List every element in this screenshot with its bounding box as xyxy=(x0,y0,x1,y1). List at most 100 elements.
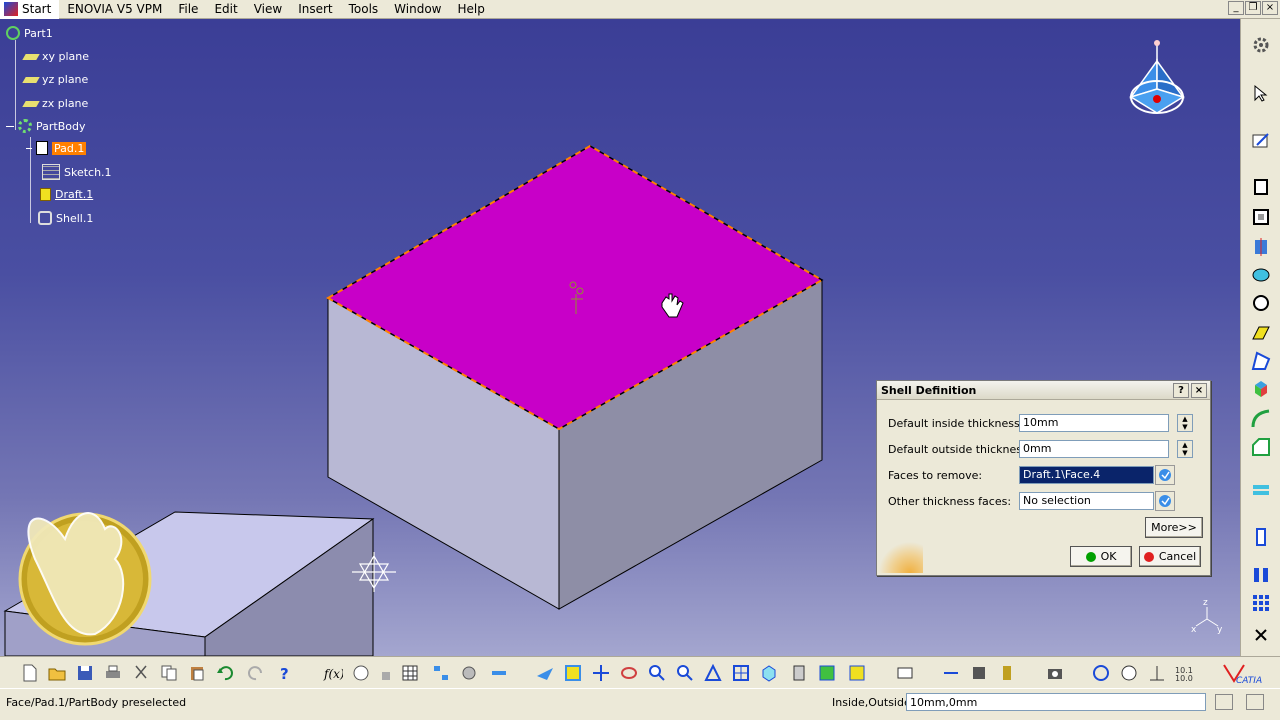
start-menu[interactable]: Start xyxy=(0,0,60,19)
rotate-icon[interactable] xyxy=(617,661,641,685)
menu-view[interactable]: View xyxy=(246,0,290,19)
tree-node-pad1[interactable]: Pad.1 xyxy=(26,141,87,155)
restore-button[interactable]: ❐ xyxy=(1245,1,1261,15)
grid-toolbar-icon[interactable]: 10.1 10.0 xyxy=(1173,661,1197,685)
menu-enovia[interactable]: ENOVIA V5 VPM xyxy=(59,0,170,19)
minimize-button[interactable]: _ xyxy=(1228,1,1244,15)
knowledge-icon[interactable] xyxy=(349,661,373,685)
part-icon xyxy=(6,26,20,40)
thickness-tool-icon[interactable] xyxy=(1249,479,1273,503)
close-window-button[interactable]: × xyxy=(1262,1,1278,15)
close-toolbar-icon[interactable] xyxy=(1249,623,1273,647)
slot-tool-icon[interactable] xyxy=(1249,321,1273,345)
boolean-tool-icon[interactable] xyxy=(1249,525,1273,549)
stiffener-tool-icon[interactable] xyxy=(1249,349,1273,373)
menu-tools[interactable]: Tools xyxy=(341,0,387,19)
inside-thickness-spinner[interactable]: ▲ ▼ xyxy=(1177,414,1193,432)
fillet-tool-icon[interactable] xyxy=(1249,407,1273,431)
menu-file[interactable]: File xyxy=(170,0,206,19)
shading-icon[interactable] xyxy=(787,661,811,685)
cancel-button[interactable]: Cancel xyxy=(1139,546,1201,567)
table-icon[interactable] xyxy=(398,661,422,685)
whats-this-icon[interactable]: ? xyxy=(273,661,297,685)
power-input-field[interactable]: 10mm,0mm xyxy=(906,693,1206,711)
tree-node-sketch1[interactable]: Sketch.1 xyxy=(42,164,112,180)
chamfer-tool-icon[interactable] xyxy=(1249,435,1273,459)
pattern-tool-icon[interactable] xyxy=(1249,591,1273,615)
redo-icon[interactable] xyxy=(244,661,268,685)
fly-mode-icon[interactable] xyxy=(533,661,557,685)
analysis-icon[interactable] xyxy=(939,661,963,685)
status-icon-right[interactable] xyxy=(1246,694,1264,710)
faces-to-remove-field[interactable]: Draft.1\Face.4 xyxy=(1019,466,1154,484)
pad-tool-icon[interactable] xyxy=(1249,175,1273,199)
pocket-tool-icon[interactable] xyxy=(1249,205,1273,229)
dialog-help-button[interactable]: ? xyxy=(1173,383,1189,398)
sketcher-icon[interactable] xyxy=(1249,129,1273,153)
new-file-icon[interactable] xyxy=(18,661,42,685)
draft-analysis-icon[interactable] xyxy=(967,661,991,685)
swap-visible-icon[interactable] xyxy=(845,661,869,685)
tree-node-partbody[interactable]: PartBody xyxy=(6,119,85,133)
print-icon[interactable] xyxy=(101,661,125,685)
outside-thickness-spinner[interactable]: ▲ ▼ xyxy=(1177,440,1193,458)
open-file-icon[interactable] xyxy=(45,661,69,685)
tree-node-draft1[interactable]: Draft.1 xyxy=(40,188,93,201)
status-icon-left[interactable] xyxy=(1215,694,1233,710)
rib-tool-icon[interactable] xyxy=(1249,291,1273,315)
pan-icon[interactable] xyxy=(589,661,613,685)
catalog-icon[interactable] xyxy=(457,661,481,685)
faces-selector-icon[interactable] xyxy=(1155,465,1175,485)
options-gear-icon[interactable] xyxy=(1249,33,1273,57)
inside-thickness-field[interactable]: 10mm xyxy=(1019,414,1169,432)
zoom-out-icon[interactable] xyxy=(673,661,697,685)
update-icon[interactable] xyxy=(893,661,917,685)
svg-text:10.0: 10.0 xyxy=(1175,674,1193,682)
multi-view-icon[interactable] xyxy=(729,661,753,685)
hand-pan-icon[interactable] xyxy=(1117,661,1141,685)
status-prompt-label: Inside,Outside xyxy=(832,696,911,709)
save-icon[interactable] xyxy=(73,661,97,685)
hide-show-icon[interactable] xyxy=(815,661,839,685)
tree-node-part1[interactable]: Part1 xyxy=(6,26,53,40)
tree-node-xy-plane[interactable]: xy plane xyxy=(22,50,89,63)
spin-view-icon[interactable] xyxy=(1089,661,1113,685)
tree-node-shell1[interactable]: Shell.1 xyxy=(38,211,93,225)
axis-triad-icon: z x y xyxy=(1191,598,1223,635)
menu-window[interactable]: Window xyxy=(386,0,449,19)
menu-edit[interactable]: Edit xyxy=(206,0,245,19)
other-thickness-field[interactable]: No selection xyxy=(1019,492,1154,510)
hole-tool-icon[interactable] xyxy=(1249,263,1273,287)
more-button[interactable]: More>> xyxy=(1145,517,1203,538)
tree-node-zx-plane[interactable]: zx plane xyxy=(22,97,88,110)
dialog-close-button[interactable]: × xyxy=(1191,383,1207,398)
zoom-in-icon[interactable] xyxy=(645,661,669,685)
hierarchy-icon[interactable] xyxy=(429,661,453,685)
other-faces-selector-icon[interactable] xyxy=(1155,491,1175,511)
pad-icon xyxy=(36,141,48,155)
fit-all-icon[interactable] xyxy=(561,661,585,685)
lock-icon[interactable] xyxy=(374,661,398,685)
paste-icon[interactable] xyxy=(185,661,209,685)
measure-icon[interactable] xyxy=(487,661,511,685)
axis-toolbar-icon[interactable] xyxy=(1145,661,1169,685)
mirror-tool-icon[interactable] xyxy=(1249,563,1273,587)
formula-icon[interactable]: f(x) xyxy=(321,661,345,685)
ok-button[interactable]: OK xyxy=(1070,546,1132,567)
menu-insert[interactable]: Insert xyxy=(290,0,340,19)
shaft-tool-icon[interactable] xyxy=(1249,235,1273,259)
select-arrow-icon[interactable] xyxy=(1249,81,1273,105)
multi-section-icon[interactable] xyxy=(1249,377,1273,401)
outside-thickness-field[interactable]: 0mm xyxy=(1019,440,1169,458)
copy-icon[interactable] xyxy=(157,661,181,685)
capture-icon[interactable] xyxy=(1043,661,1067,685)
tree-node-yz-plane[interactable]: yz plane xyxy=(22,73,88,86)
dialog-title-bar[interactable]: Shell Definition ? × xyxy=(877,381,1210,400)
menu-help[interactable]: Help xyxy=(450,0,493,19)
cut-icon[interactable] xyxy=(129,661,153,685)
normal-view-icon[interactable] xyxy=(701,661,725,685)
window-controls: _ ❐ × xyxy=(1228,1,1278,15)
undo-icon[interactable] xyxy=(213,661,237,685)
curvature-icon[interactable] xyxy=(995,661,1019,685)
iso-view-icon[interactable] xyxy=(757,661,781,685)
